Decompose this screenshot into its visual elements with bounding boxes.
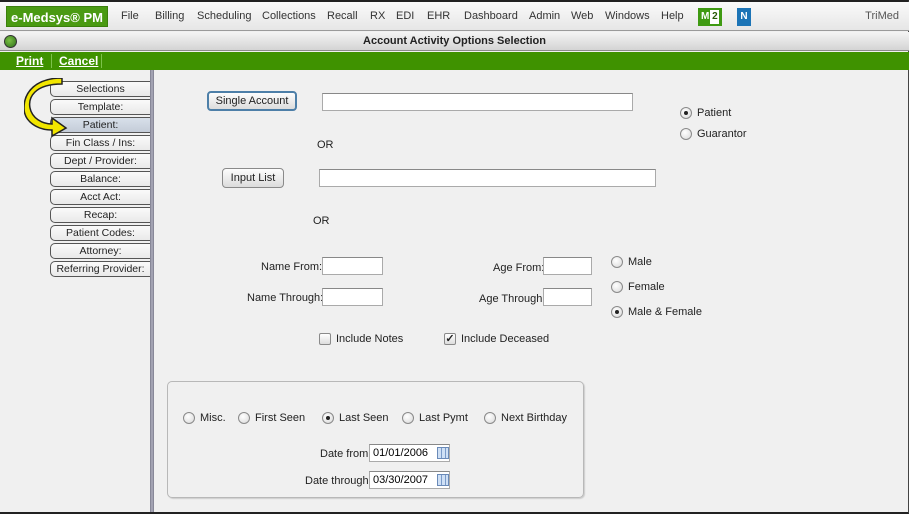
include-deceased-label: Include Deceased (461, 333, 550, 345)
cancel-button[interactable]: Cancel (59, 54, 98, 68)
age-from-label: Age From: (493, 262, 545, 274)
radio-misc-label: Misc. (200, 412, 226, 424)
age-from-input[interactable] (543, 257, 592, 275)
radio-misc[interactable] (183, 412, 195, 424)
calendar-icon[interactable] (437, 447, 449, 459)
menu-dashboard[interactable]: Dashboard (464, 10, 518, 22)
menu-recall[interactable]: Recall (327, 10, 358, 22)
input-list-label: Input List (230, 172, 276, 184)
name-through-input[interactable] (322, 288, 383, 306)
menu-web[interactable]: Web (571, 10, 593, 22)
or-separator: OR (313, 215, 330, 227)
menu-help[interactable]: Help (661, 10, 684, 22)
include-notes-label: Include Notes (336, 333, 404, 345)
single-account-label: Single Account (215, 95, 289, 107)
name-from-label: Name From: (261, 261, 323, 273)
menu-billing[interactable]: Billing (155, 10, 184, 22)
menu-ehr[interactable]: EHR (427, 10, 450, 22)
radio-male[interactable] (611, 256, 623, 268)
or-separator: OR (317, 139, 334, 151)
menu-edi[interactable]: EDI (396, 10, 414, 22)
radio-next-birthday[interactable] (484, 412, 496, 424)
menu-bar: e-Medsys® PM File Billing Scheduling Col… (0, 2, 909, 31)
radio-male-female-label: Male & Female (628, 306, 702, 318)
radio-male-female[interactable] (611, 306, 623, 318)
name-from-input[interactable] (322, 257, 383, 275)
menu-windows[interactable]: Windows (605, 10, 650, 22)
sidebar-item-dept-provider[interactable]: Dept / Provider: (50, 153, 150, 169)
toolbar-separator (51, 54, 52, 68)
menu-rx[interactable]: RX (370, 10, 385, 22)
age-through-label: Age Through: (479, 293, 546, 305)
radio-patient[interactable] (680, 107, 692, 119)
notifications-badge[interactable]: N (737, 8, 751, 26)
radio-last-pymt-label: Last Pymt (419, 412, 468, 424)
radio-first-seen[interactable] (238, 412, 250, 424)
radio-guarantor-label: Guarantor (697, 128, 747, 140)
current-step-arrow-icon (24, 78, 68, 138)
messages-count: 2 (710, 10, 720, 24)
window-title-bar: Account Activity Options Selection (0, 32, 909, 51)
window-title: Account Activity Options Selection (363, 35, 546, 47)
input-list-input[interactable] (319, 169, 656, 187)
sidebar-item-recap[interactable]: Recap: (50, 207, 150, 223)
radio-last-pymt[interactable] (402, 412, 414, 424)
cancel-label: Cancel (59, 54, 99, 68)
sidebar-item-attorney[interactable]: Attorney: (50, 243, 150, 259)
radio-female[interactable] (611, 281, 623, 293)
sidebar-item-referring-provider[interactable]: Referring Provider: (50, 261, 150, 277)
toolbar-separator (101, 54, 102, 68)
sidebar-item-balance[interactable]: Balance: (50, 171, 150, 187)
menu-scheduling[interactable]: Scheduling (197, 10, 251, 22)
calendar-icon[interactable] (437, 474, 449, 486)
radio-guarantor[interactable] (680, 128, 692, 140)
radio-male-label: Male (628, 256, 652, 268)
single-account-button[interactable]: Single Account (207, 91, 297, 111)
menu-collections[interactable]: Collections (262, 10, 316, 22)
date-through-label: Date through: (305, 475, 372, 487)
print-button[interactable]: Print (16, 54, 43, 68)
vendor-label: TriMed (865, 10, 899, 22)
app-logo-icon (4, 35, 17, 48)
radio-first-seen-label: First Seen (255, 412, 306, 424)
messages-badge[interactable]: M2 (698, 8, 722, 26)
single-account-input[interactable] (322, 93, 633, 111)
include-notes-checkbox[interactable] (319, 333, 331, 345)
date-from-label: Date from: (320, 448, 372, 460)
toolbar: Print Cancel (0, 52, 909, 70)
include-deceased-checkbox[interactable]: ✓ (444, 333, 456, 345)
panel-splitter[interactable] (150, 70, 154, 512)
input-list-button[interactable]: Input List (222, 168, 284, 188)
radio-last-seen-label: Last Seen (339, 412, 389, 424)
menu-admin[interactable]: Admin (529, 10, 560, 22)
radio-next-birthday-label: Next Birthday (501, 412, 568, 424)
sidebar-item-acct-act[interactable]: Acct Act: (50, 189, 150, 205)
messages-badge-letter: M (701, 11, 710, 22)
sidebar-item-patient-codes[interactable]: Patient Codes: (50, 225, 150, 241)
radio-patient-label: Patient (697, 107, 732, 119)
radio-last-seen[interactable] (322, 412, 334, 424)
name-through-label: Name Through: (247, 292, 324, 304)
menu-file[interactable]: File (121, 10, 139, 22)
age-through-input[interactable] (543, 288, 592, 306)
print-label: Print (16, 54, 44, 68)
app-brand: e-Medsys® PM (6, 6, 108, 27)
radio-female-label: Female (628, 281, 665, 293)
